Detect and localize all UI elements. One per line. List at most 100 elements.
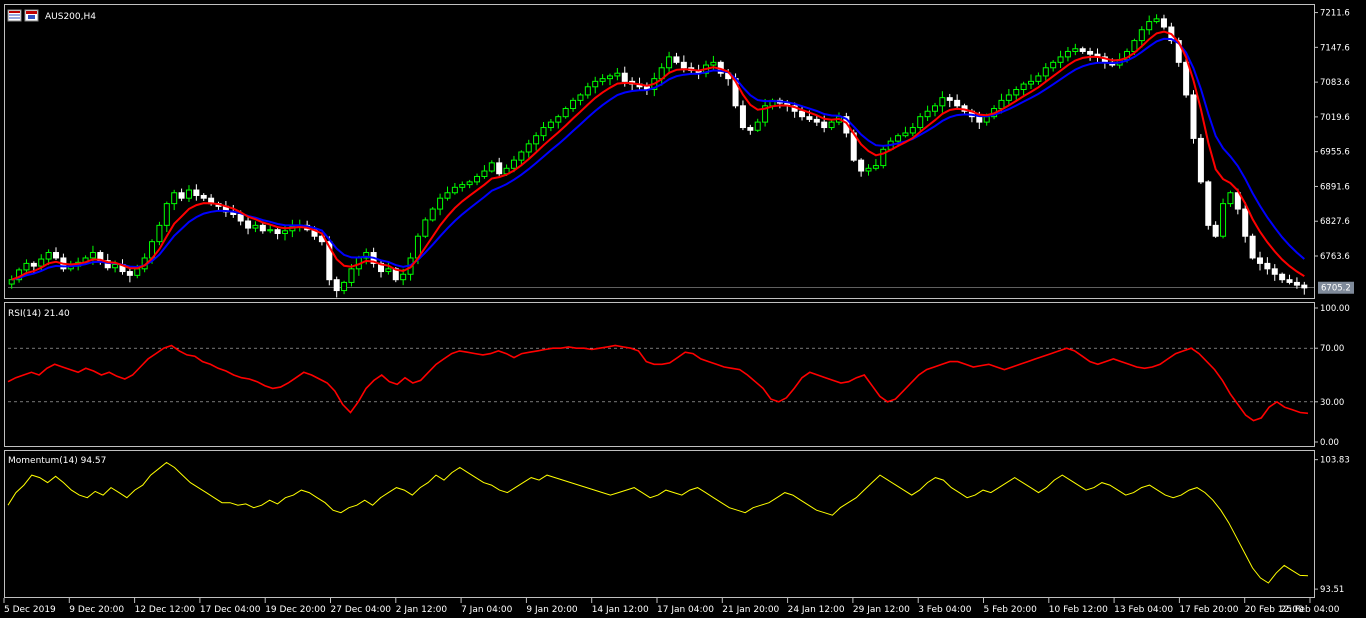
candle	[481, 165, 488, 179]
candle	[776, 97, 783, 109]
candle	[762, 98, 769, 127]
candle	[1264, 257, 1271, 275]
candle	[451, 183, 458, 195]
candle	[1190, 90, 1197, 144]
price-tick-label: 6955.6	[1320, 148, 1350, 158]
price-tick-label: 6827.6	[1320, 217, 1350, 227]
candle	[466, 179, 473, 189]
time-tick-label: 12 Dec 12:00	[135, 605, 196, 615]
rsi-tick-label: 0.00	[1320, 438, 1339, 448]
candle	[902, 126, 909, 138]
ma-fast-line	[11, 30, 1305, 281]
price-tick-label: 6891.6	[1320, 182, 1350, 192]
candle	[8, 275, 15, 289]
momentum-title: Momentum(14) 94.57	[8, 456, 106, 466]
time-tick-label: 17 Feb 20:00	[1179, 605, 1238, 615]
candle	[1013, 86, 1020, 100]
time-tick-label: 17 Jan 04:00	[657, 605, 714, 615]
time-tick-label: 19 Dec 20:00	[265, 605, 326, 615]
candles-group	[8, 14, 1308, 298]
candle	[1153, 14, 1160, 24]
time-tick-label: 9 Dec 20:00	[69, 605, 124, 615]
candle	[1205, 180, 1212, 230]
momentum-tick-label: 103.83	[1320, 456, 1350, 466]
candle	[1101, 52, 1108, 69]
time-tick-label: 21 Jan 20:00	[722, 605, 779, 615]
candle	[1227, 190, 1234, 207]
candle	[754, 118, 761, 133]
candle	[695, 64, 702, 80]
candle	[178, 188, 185, 202]
time-tick-label: 17 Dec 04:00	[200, 605, 261, 615]
candle	[1064, 46, 1071, 62]
candle	[954, 94, 961, 110]
candle	[865, 164, 872, 176]
candle	[577, 93, 584, 106]
time-tick-label: 9 Jan 20:00	[526, 605, 578, 615]
candle	[1042, 63, 1049, 81]
candle	[444, 186, 451, 201]
candle	[688, 62, 695, 75]
candle	[858, 158, 865, 177]
price-tick-label: 7019.6	[1320, 113, 1350, 123]
candle	[828, 120, 835, 131]
candle	[1057, 50, 1064, 69]
candle	[939, 91, 946, 113]
candle	[1293, 277, 1300, 289]
candle	[171, 189, 178, 211]
candle	[540, 122, 547, 141]
candle	[422, 217, 429, 239]
candle	[606, 73, 613, 86]
chart-window-icon[interactable]	[7, 9, 22, 22]
time-tick-label: 3 Feb 04:00	[918, 605, 972, 615]
candle	[193, 184, 200, 201]
candle	[673, 52, 680, 65]
candle	[614, 67, 621, 81]
current-price-label: 6705.2	[1321, 284, 1351, 294]
candle	[909, 122, 916, 137]
candle	[185, 185, 192, 203]
price-tick-label: 6763.6	[1320, 252, 1350, 262]
candle	[200, 193, 207, 202]
candle	[555, 114, 562, 129]
rsi-tick-label: 70.00	[1320, 344, 1344, 354]
rsi-title: RSI(14) 21.40	[8, 309, 70, 319]
candle	[747, 124, 754, 135]
candle	[385, 262, 392, 275]
time-tick-label: 13 Feb 04:00	[1114, 605, 1173, 615]
time-tick-label: 24 Jan 12:00	[788, 605, 845, 615]
time-tick-label: 29 Jan 12:00	[853, 605, 910, 615]
trading-chart[interactable]: AUS200,H4 7211.6 7147.6 7083.6 7019.6 6955.6…	[0, 0, 1366, 618]
candle	[53, 247, 60, 261]
chart-title: AUS200,H4	[45, 12, 96, 22]
time-tick-label: 7 Jan 04:00	[461, 605, 513, 615]
price-pane-frame	[4, 4, 1315, 299]
price-tick-label: 7083.6	[1320, 78, 1350, 88]
chart-restore-icon[interactable]	[24, 9, 39, 22]
candle	[525, 139, 532, 158]
candle	[274, 226, 281, 240]
candle	[533, 132, 540, 151]
candle	[584, 82, 591, 99]
candle	[156, 221, 163, 246]
candle	[1028, 74, 1035, 90]
candle	[437, 193, 444, 216]
candle	[459, 181, 466, 192]
candle	[599, 74, 606, 86]
time-tick-label: 27 Dec 04:00	[331, 605, 392, 615]
candle	[222, 201, 229, 217]
candle	[341, 280, 348, 295]
time-tick-label: 25 Feb 04:00	[1280, 605, 1339, 615]
candle	[924, 105, 931, 121]
candle	[1220, 198, 1227, 239]
time-tick-label: 5 Dec 2019	[4, 605, 56, 615]
candle	[1301, 281, 1308, 295]
time-tick-label: 10 Feb 12:00	[1049, 605, 1108, 615]
candle	[1050, 60, 1057, 72]
candle	[1160, 14, 1167, 30]
candle	[1279, 272, 1286, 284]
ma-slow-line	[11, 37, 1305, 281]
candle	[547, 119, 554, 132]
candle	[1020, 81, 1027, 95]
candle	[872, 159, 879, 171]
